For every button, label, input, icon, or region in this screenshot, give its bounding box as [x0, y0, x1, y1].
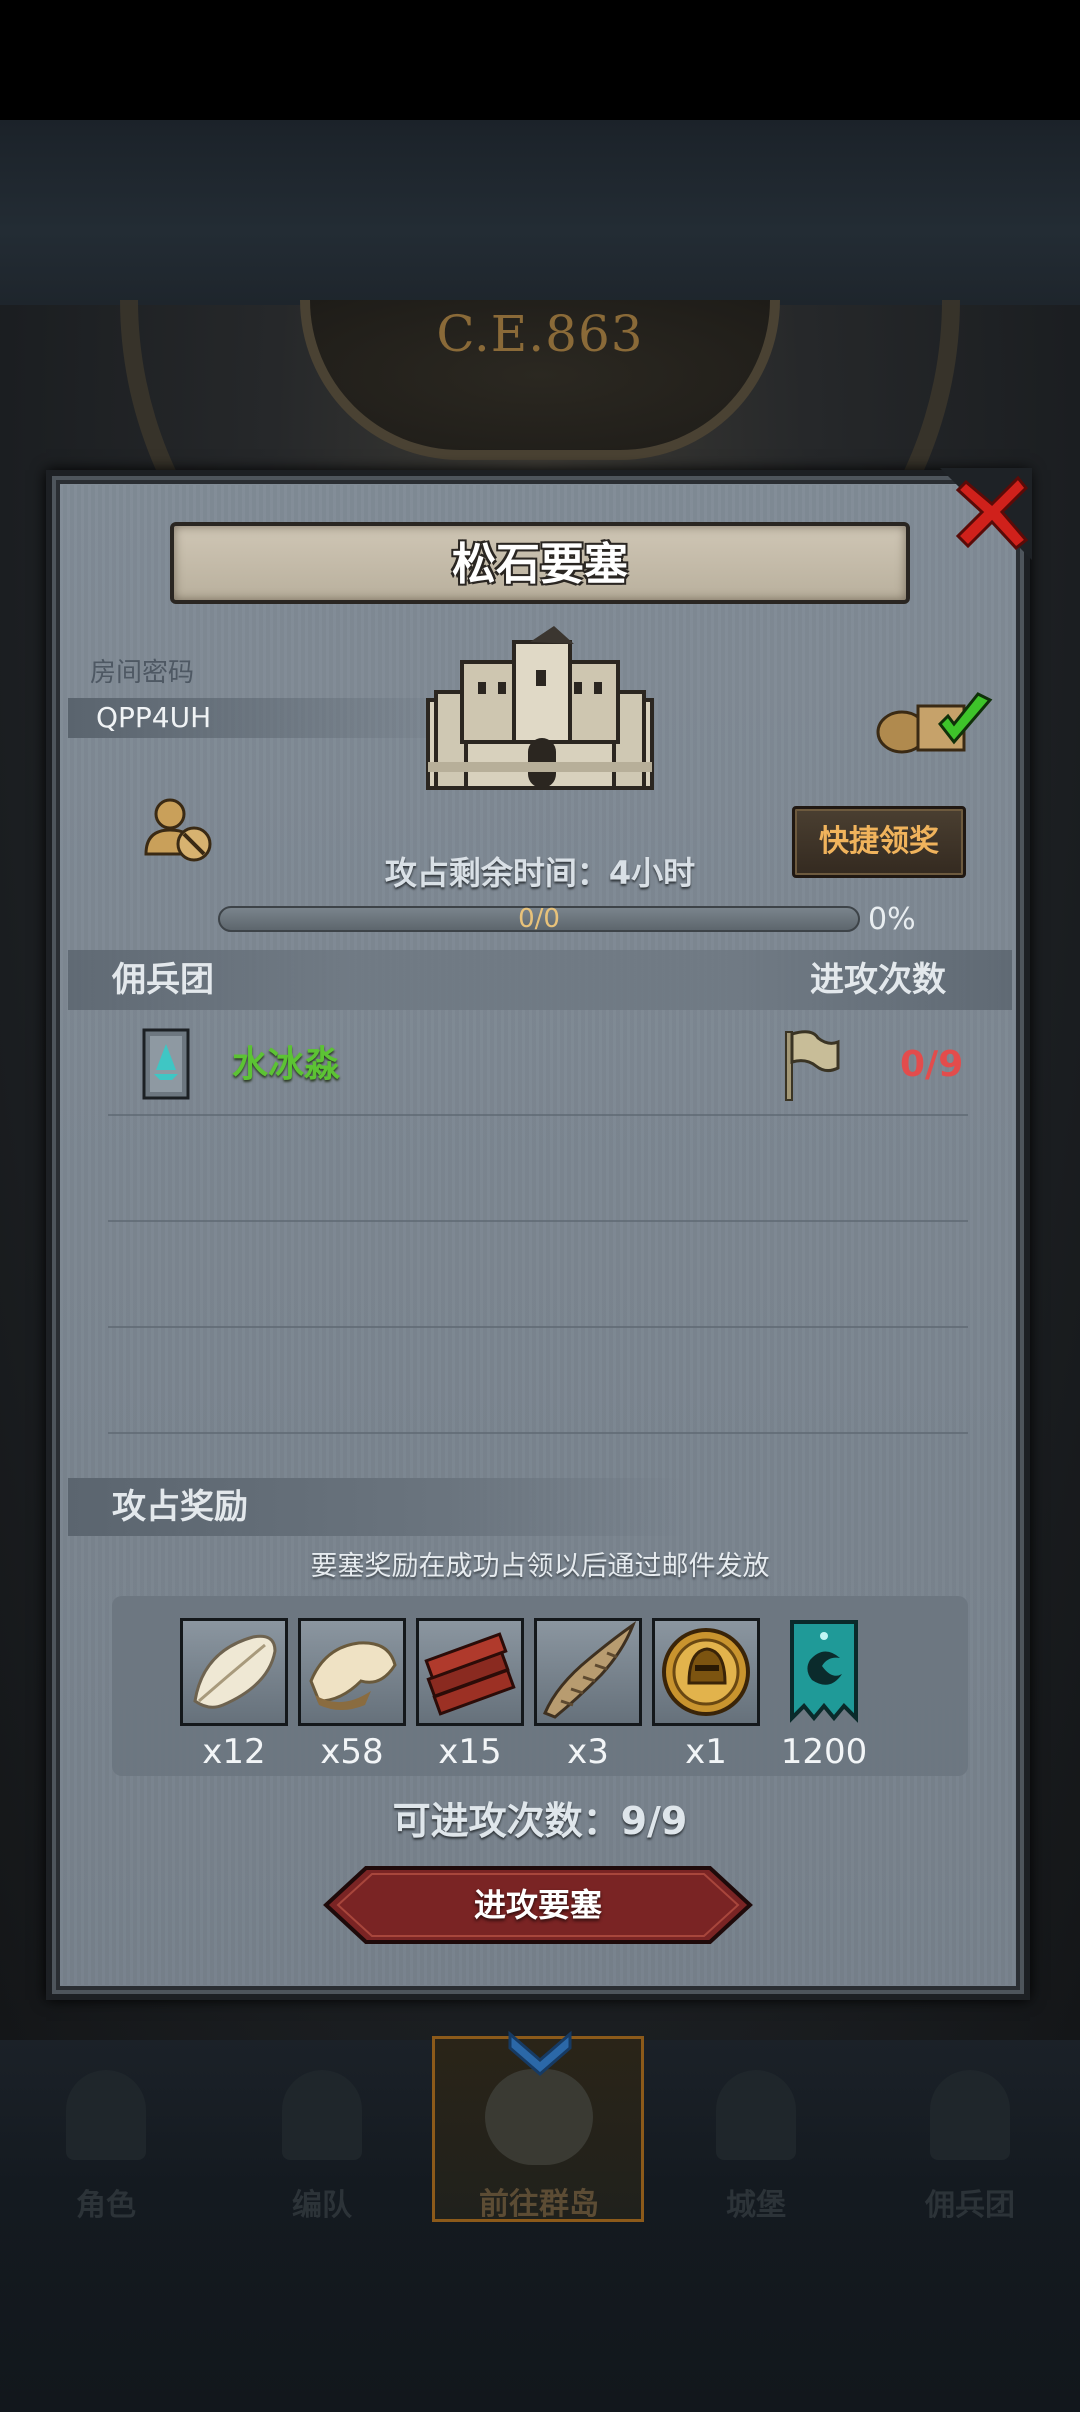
guild-name: 水冰淼 — [232, 1044, 341, 1085]
reward-qty: x15 — [438, 1732, 502, 1772]
helmet-icon — [282, 2070, 362, 2160]
quick-claim-label[interactable]: 快捷领奖 — [792, 806, 966, 878]
reward-slot[interactable] — [770, 1618, 878, 1726]
close-icon[interactable] — [956, 474, 1028, 550]
nav-label: 角色 — [76, 2188, 136, 2223]
knight-icon — [66, 2070, 146, 2160]
room-code-label: 房间密码 — [90, 658, 195, 688]
occupation-timer: 攻占剩余时间：4小时 — [384, 854, 696, 892]
fur-pelt-icon — [309, 1641, 397, 1710]
guild-banner-token-icon — [790, 1620, 858, 1723]
header-band — [0, 120, 1080, 305]
reward-qty: x12 — [202, 1732, 266, 1772]
row-divider — [108, 1114, 968, 1116]
nav-item-formation[interactable]: 编队 — [218, 2046, 426, 2223]
row-divider — [108, 1432, 968, 1434]
nav-item-character[interactable]: 角色 — [2, 2046, 210, 2223]
tower-icon — [930, 2070, 1010, 2160]
nav-item-mercenary[interactable]: 佣兵团 — [866, 2046, 1074, 2223]
flag-icon — [785, 1030, 840, 1101]
progress-count: 0/0 — [518, 904, 560, 934]
feather-icon — [193, 1634, 277, 1709]
attacks-remaining: 可进攻次数：9/9 — [392, 1799, 688, 1843]
knight-helmet-coin-icon — [662, 1628, 750, 1716]
row-divider — [108, 1220, 968, 1222]
nav-label: 佣兵团 — [925, 2188, 1015, 2223]
dialog-title: 松石要塞 — [452, 539, 628, 590]
attack-fortress-label[interactable]: 进攻要塞 — [322, 1864, 754, 1946]
room-code-value[interactable]: QPP4UH — [96, 700, 211, 736]
nav-label: 编队 — [292, 2188, 352, 2223]
reward-slot[interactable] — [180, 1618, 288, 1726]
reward-slot[interactable] — [416, 1618, 524, 1726]
top-status-area — [0, 0, 1080, 120]
era-label: C.E.863 — [436, 305, 644, 363]
guild-emblem-icon — [142, 1028, 190, 1100]
horn-icon — [543, 1620, 637, 1719]
castle-icon — [426, 626, 654, 790]
reward-qty: x58 — [320, 1732, 384, 1772]
globe-compass-icon — [485, 2069, 593, 2165]
guild-attack-count: 0/9 — [900, 1044, 964, 1085]
wood-planks-icon — [424, 1632, 516, 1716]
progress-percent: 0% — [868, 902, 916, 937]
reward-qty: x3 — [567, 1732, 609, 1772]
reward-qty: x1 — [685, 1732, 727, 1772]
reward-slot[interactable] — [534, 1618, 642, 1726]
nav-label: 城堡 — [726, 2188, 786, 2223]
castle-nav-icon — [716, 2070, 796, 2160]
attack-count-header: 进攻次数 — [810, 960, 946, 1000]
row-divider — [108, 1326, 968, 1328]
rewards-section-title: 攻占奖励 — [112, 1487, 248, 1527]
mercenary-section-title: 佣兵团 — [112, 960, 214, 1000]
nav-label: 前往群岛 — [479, 2187, 599, 2222]
reward-slot[interactable] — [298, 1618, 406, 1726]
nav-item-castle[interactable]: 城堡 — [652, 2046, 860, 2223]
reward-bag-check-icon[interactable] — [874, 686, 996, 756]
rewards-note: 要塞奖励在成功占领以后通过邮件发放 — [310, 1551, 770, 1582]
user-blocked-icon[interactable] — [144, 796, 216, 864]
reward-qty: 1200 — [780, 1732, 868, 1772]
reward-slot[interactable] — [652, 1618, 760, 1726]
chevron-down-icon — [508, 2030, 572, 2076]
